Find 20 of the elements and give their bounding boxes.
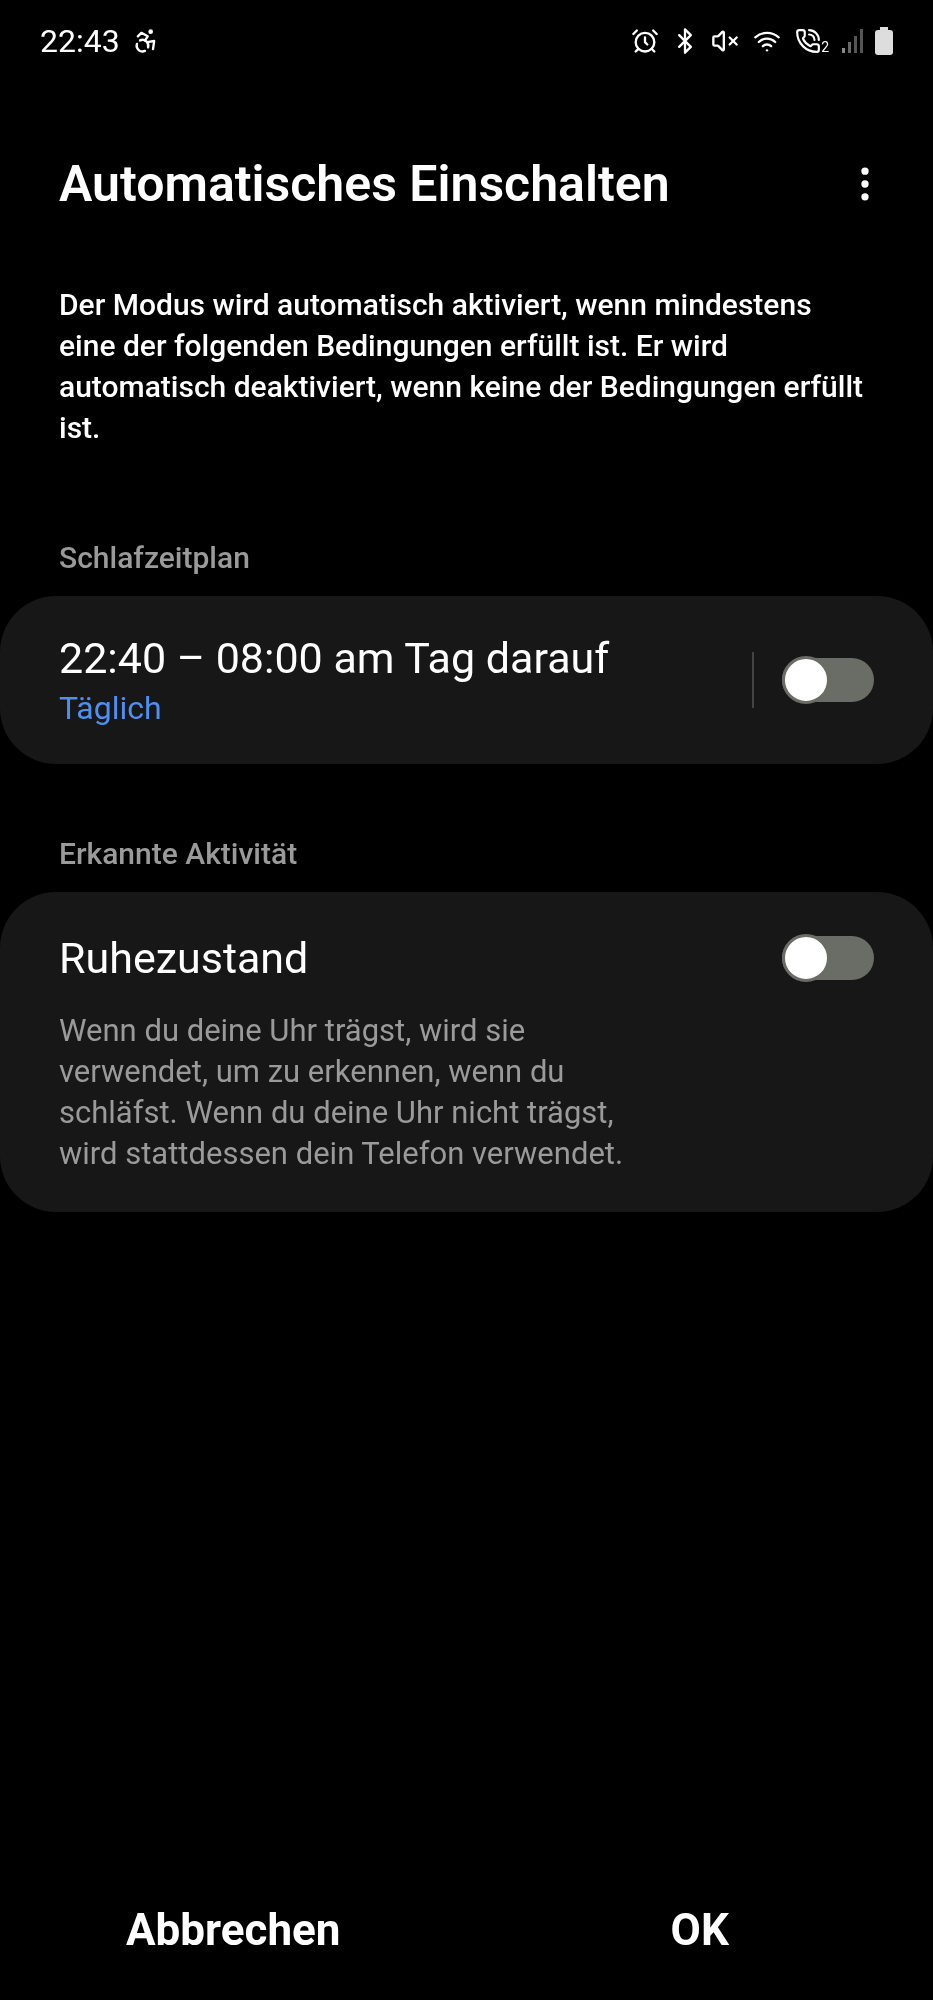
activity-card[interactable]: Ruhezustand Wenn du deine Uhr trägst, wird sie verwendet, um zu erkennen, wenn du schläfst. Wenn du deine Uhr nicht trägst, wird stattdessen dein Telefon verwendet. [0,892,933,1212]
schedule-repeat: Täglich [59,688,163,729]
dialog-button[interactable]: OK [466,1870,933,1990]
battery-icon [875,27,893,55]
section-label: Erkannte Aktivität [58,835,299,873]
section-label: Schlafzeitplan [58,539,251,577]
schedule-card[interactable]: 22:40 – 08:00 am Tag darauf Täglich [0,596,933,764]
activity-description: Wenn du deine Uhr trägst, wird sie verwendet, um zu erkennen, wenn du schläfst. Wenn du deine Uhr nicht trägst, wird stattdessen dein Telefon verwendet. [59,1011,625,1174]
signal-icon [841,28,863,54]
dialog-button[interactable]: Abbrechen [0,1870,467,1990]
activity-title: Ruhezustand [59,932,309,985]
toggle-switch[interactable] [782,936,874,980]
schedule-time: 22:40 – 08:00 am Tag darauf [59,632,611,685]
page-title: Automatisches Einschalten [59,154,670,215]
alarm-icon [631,27,660,55]
wifi-call-icon [795,28,822,54]
description-text: Der Modus wird automatisch aktiviert, wenn mindestens eine der folgenden Bedingungen erfüllt ist. Er wird automatisch deaktiviert, wenn keine der Bedingungen erfüllt ist. [58,286,865,447]
toggle-switch[interactable] [782,658,874,702]
sim-number: 2 [821,40,829,54]
status-time: 22:43 [40,21,120,62]
